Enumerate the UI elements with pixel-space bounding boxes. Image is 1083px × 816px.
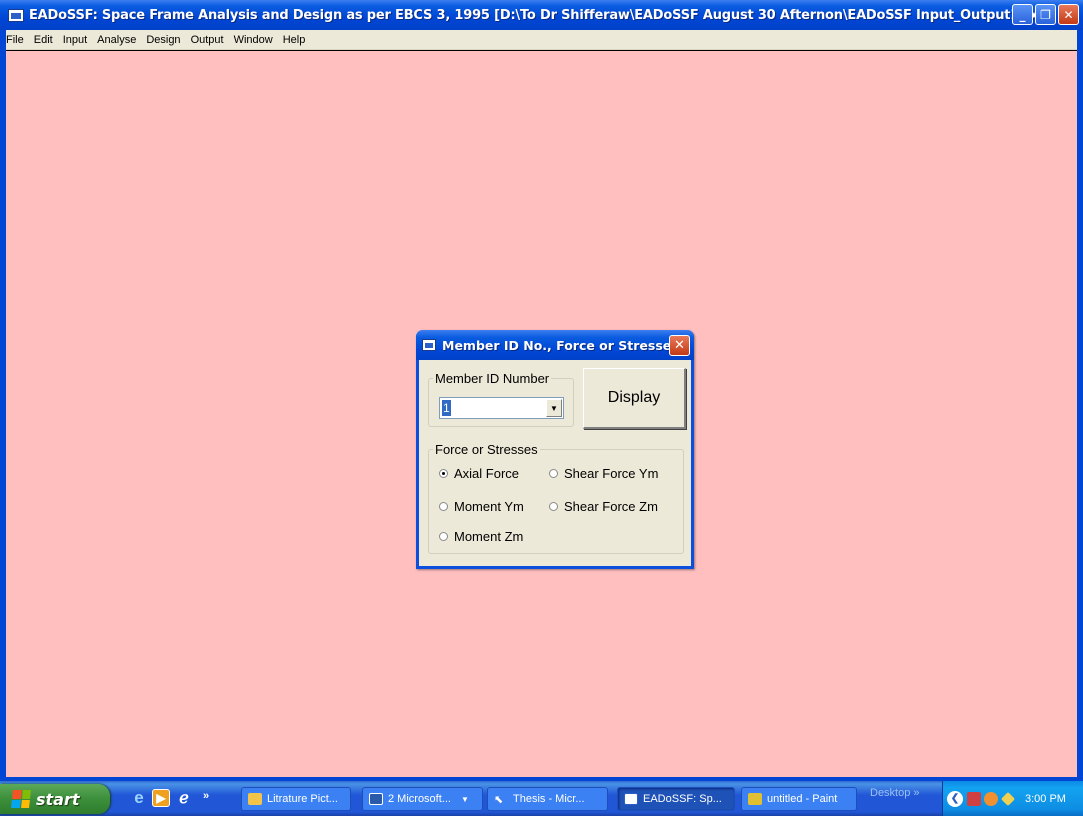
task-label: Thesis - Micr...	[513, 793, 585, 805]
tray-app-icon[interactable]	[1000, 791, 1016, 806]
menu-analyse[interactable]: Analyse	[97, 34, 136, 46]
radio-indicator[interactable]	[439, 532, 448, 541]
internet-explorer-icon[interactable]: e	[130, 788, 148, 807]
window-frame-right	[1077, 30, 1083, 778]
task-label: Litrature Pict...	[267, 793, 338, 805]
force-stresses-group-label: Force or Stresses	[435, 442, 538, 457]
member-id-group-label: Member ID Number	[435, 371, 550, 386]
chevron-down-icon: ▼	[460, 794, 469, 804]
radio-label: Moment Ym	[454, 499, 524, 514]
start-label: start	[36, 789, 80, 809]
member-id-combobox[interactable]: 1 ▼	[439, 397, 564, 419]
desktop-toolbar-more-icon[interactable]: »	[913, 787, 919, 799]
browser-icon[interactable]: ℯ	[175, 789, 193, 807]
menu-edit[interactable]: Edit	[34, 34, 53, 46]
windows-logo-icon	[11, 790, 31, 808]
app-icon	[624, 793, 638, 805]
radio-moment-zm[interactable]: Moment Zm	[439, 529, 523, 544]
radio-indicator[interactable]	[439, 469, 448, 478]
task-microsoft-word-group[interactable]: 2 Microsoft... ▼	[362, 787, 483, 811]
desktop-toolbar[interactable]: Desktop »	[870, 787, 920, 799]
desktop-toolbar-label: Desktop	[870, 787, 911, 799]
radio-label: Shear Force Zm	[564, 499, 658, 514]
security-icon[interactable]	[984, 791, 998, 806]
task-eadossf[interactable]: EADoSSF: Sp...	[617, 787, 735, 811]
menu-output[interactable]: Output	[191, 34, 224, 46]
folder-icon	[248, 793, 262, 805]
radio-label: Moment Zm	[454, 529, 524, 544]
radio-label: Shear Force Ym	[564, 466, 659, 481]
quicklaunch-more-icon[interactable]: »	[197, 787, 215, 805]
dialog-icon	[422, 339, 436, 351]
clock[interactable]: 3:00 PM	[1025, 793, 1066, 805]
window-titlebar[interactable]: EADoSSF: Space Frame Analysis and Design…	[0, 0, 1083, 30]
chevron-left-icon[interactable]: ❮	[947, 790, 963, 807]
radio-indicator[interactable]	[549, 469, 558, 478]
radio-indicator[interactable]	[439, 502, 448, 511]
menu-bar: File Edit Input Analyse Design Output Wi…	[0, 30, 1083, 50]
start-button[interactable]: start	[0, 784, 110, 814]
restore-button[interactable]: ❐	[1035, 4, 1056, 25]
dialog-close-button[interactable]: ✕	[669, 335, 690, 356]
member-id-value[interactable]: 1	[442, 400, 451, 416]
dialog-title: Member ID No., Force or Stresses	[442, 337, 679, 353]
app-icon[interactable]	[8, 8, 24, 22]
media-player-icon[interactable]: ▶	[152, 789, 170, 807]
cursor-icon: ⬉	[494, 794, 504, 806]
dialog-titlebar[interactable]: Member ID No., Force or Stresses ✕	[416, 330, 694, 360]
radio-shear-force-ym[interactable]: Shear Force Ym	[549, 466, 658, 481]
task-label: 2 Microsoft...	[388, 793, 451, 805]
minimize-button[interactable]: _	[1012, 4, 1033, 25]
chevron-down-icon[interactable]: ▼	[546, 399, 562, 417]
radio-indicator[interactable]	[549, 502, 558, 511]
task-thesis[interactable]: ⬉ Thesis - Micr...	[487, 787, 608, 811]
member-force-dialog: Member ID No., Force or Stresses ✕ Membe…	[416, 330, 694, 569]
system-tray: ❮ 3:00 PM	[942, 781, 1083, 816]
menu-file[interactable]: File	[6, 34, 24, 46]
menu-help[interactable]: Help	[283, 34, 306, 46]
taskbar: start e ▶ ℯ » Litrature Pict... 2 Micros…	[0, 781, 1083, 816]
network-icon[interactable]	[967, 791, 981, 806]
task-label: EADoSSF: Sp...	[643, 793, 722, 805]
window-title: EADoSSF: Space Frame Analysis and Design…	[29, 7, 1050, 23]
menu-design[interactable]: Design	[146, 34, 180, 46]
display-button[interactable]: Display	[583, 368, 686, 429]
radio-shear-force-zm[interactable]: Shear Force Zm	[549, 499, 658, 514]
menu-window[interactable]: Window	[234, 34, 273, 46]
menu-input[interactable]: Input	[63, 34, 87, 46]
task-litrature-pictures[interactable]: Litrature Pict...	[241, 787, 351, 811]
window-controls: _ ❐ ✕	[1012, 4, 1079, 25]
radio-moment-ym[interactable]: Moment Ym	[439, 499, 524, 514]
radio-axial-force[interactable]: Axial Force	[439, 466, 519, 481]
close-button[interactable]: ✕	[1058, 4, 1079, 25]
paint-icon	[748, 793, 762, 805]
word-icon	[369, 793, 383, 805]
radio-label: Axial Force	[454, 466, 520, 481]
task-label: untitled - Paint	[767, 793, 838, 805]
task-paint[interactable]: untitled - Paint	[741, 787, 857, 811]
